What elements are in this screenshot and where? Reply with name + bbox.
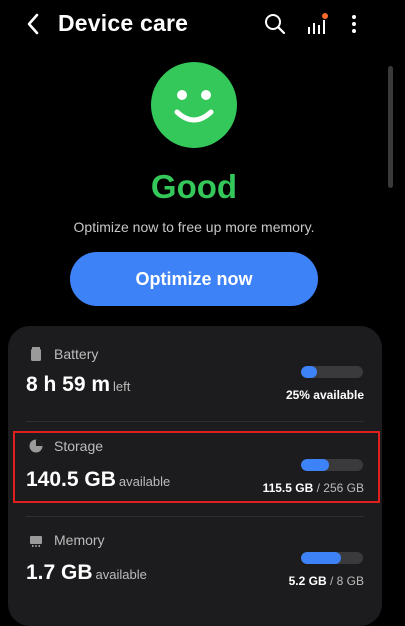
storage-highlight-box — [13, 431, 380, 503]
back-button[interactable] — [22, 11, 44, 37]
memory-progress-fill — [301, 552, 342, 564]
memory-label-wrap: Memory — [28, 532, 105, 548]
memory-row[interactable]: Memory 1.7 GB available 5.2 GB / 8 GB — [8, 516, 382, 616]
more-options-button[interactable] — [346, 12, 362, 36]
memory-usage: 5.2 GB / 8 GB — [288, 574, 364, 588]
search-icon — [265, 14, 286, 35]
divider — [26, 421, 364, 422]
battery-progress-fill — [301, 366, 317, 378]
stats-button[interactable] — [305, 12, 329, 36]
optimize-now-button[interactable]: Optimize now — [70, 252, 318, 306]
scrollbar[interactable] — [388, 66, 393, 188]
memory-chip-icon — [30, 536, 42, 547]
search-button[interactable] — [263, 12, 287, 36]
bar-chart-icon — [308, 13, 328, 34]
smiley-face-icon — [151, 62, 237, 148]
battery-time: 8 h 59 m left — [26, 373, 131, 396]
memory-suffix: available — [95, 567, 147, 582]
memory-progress-bar — [301, 552, 363, 564]
status-message: Optimize now to free up more memory. — [73, 219, 315, 235]
more-vertical-icon — [352, 15, 356, 33]
battery-available: 25% available — [285, 388, 364, 402]
chevron-left-icon — [27, 13, 39, 35]
app-header: Device care — [0, 0, 405, 48]
status-label: Good — [150, 168, 238, 205]
memory-available: 1.7 GB available — [26, 561, 147, 584]
battery-label: Battery — [54, 346, 99, 362]
battery-progress-bar — [301, 366, 363, 378]
battery-row[interactable]: Battery 8 h 59 m left 25% available — [8, 326, 382, 426]
memory-label: Memory — [54, 532, 105, 548]
battery-icon — [31, 347, 41, 361]
page-title: Device care — [58, 10, 189, 36]
battery-label-wrap: Battery — [28, 346, 98, 362]
battery-time-suffix: left — [113, 379, 131, 394]
